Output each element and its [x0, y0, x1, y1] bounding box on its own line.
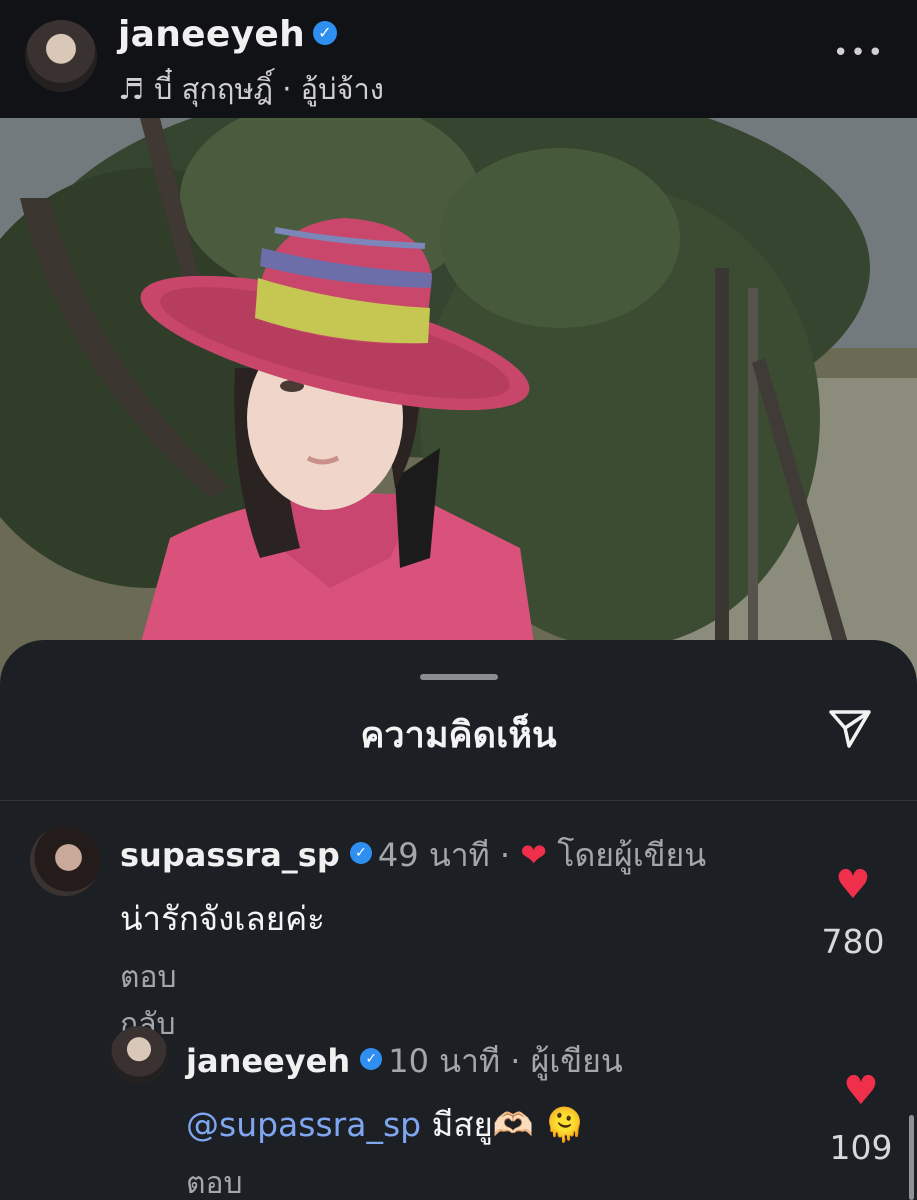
comment-text: น่ารักจังเลยค่ะ: [120, 899, 325, 938]
like-count: 780: [821, 922, 885, 961]
author-liked-label: โดยผู้เขียน: [547, 836, 707, 874]
like-count: 109: [829, 1128, 893, 1167]
comment-header: janeeyeh ✓ 10 นาที · ผู้เขียน: [186, 1036, 623, 1087]
comment-text-body: มีสยู🫶🏻 🫠: [421, 1105, 586, 1144]
comment-time: 49 นาที ·: [377, 836, 521, 874]
author-username-text[interactable]: janeeyeh: [118, 14, 305, 55]
comment-header: supassra_sp ✓ 49 นาที · ❤ โดยผู้เขียน: [120, 830, 706, 881]
mention-link[interactable]: @supassra_sp: [186, 1105, 421, 1144]
post-viewer: janeeyeh ✓ ♬ บี๋ สุกฤษฎิ์ · อู้บ่จ้าง •••: [0, 0, 917, 1200]
post-photo[interactable]: [0, 118, 917, 718]
commenter-avatar[interactable]: [110, 1026, 168, 1084]
author-avatar[interactable]: [25, 20, 97, 92]
comment-username[interactable]: janeeyeh: [186, 1042, 350, 1080]
reply-button[interactable]: ตอบกลับ: [186, 1160, 243, 1200]
author-liked-heart-icon: ❤: [520, 836, 548, 874]
share-send-icon[interactable]: [823, 702, 877, 756]
photo-illustration: [0, 118, 917, 718]
comment-text: @supassra_sp มีสยู🫶🏻 🫠: [186, 1098, 585, 1151]
author-username[interactable]: janeeyeh ✓: [118, 14, 338, 55]
sheet-divider: [0, 800, 917, 801]
music-track-label[interactable]: บี๋ สุกฤษฎิ์ · อู้บ่จ้าง: [154, 72, 384, 106]
more-options-icon[interactable]: •••: [833, 38, 885, 68]
scrollbar[interactable]: [909, 1115, 914, 1200]
like-heart-icon[interactable]: ♥: [843, 1068, 879, 1114]
music-note-icon: ♬: [118, 72, 144, 106]
verified-badge-icon: ✓: [313, 21, 338, 45]
sheet-grabber-handle[interactable]: [420, 674, 498, 680]
commenter-avatar[interactable]: [30, 826, 100, 896]
like-heart-icon[interactable]: ♥: [835, 862, 871, 908]
verified-badge-icon: ✓: [349, 842, 372, 864]
comment-username[interactable]: supassra_sp: [120, 836, 340, 874]
comments-title: ความคิดเห็น: [360, 715, 557, 756]
post-header: janeeyeh ✓ ♬ บี๋ สุกฤษฎิ์ · อู้บ่จ้าง •••: [0, 0, 917, 118]
comment-time: 10 นาที · ผู้เขียน: [388, 1042, 623, 1080]
music-attribution[interactable]: ♬ บี๋ สุกฤษฎิ์ · อู้บ่จ้าง: [118, 66, 384, 112]
verified-badge-icon: ✓: [360, 1048, 383, 1070]
